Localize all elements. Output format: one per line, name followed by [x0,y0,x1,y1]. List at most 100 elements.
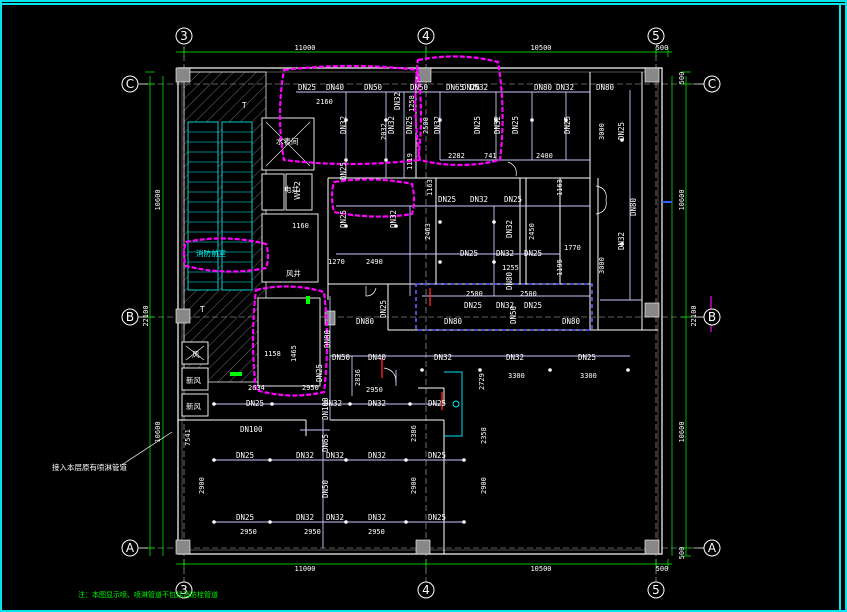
room-label-wl2: WL-2 [293,181,302,200]
dim-text: 2358 [480,427,488,444]
dim-text: 2634 [248,384,265,392]
dim-bottom-10500: 10500 [530,565,551,573]
dim-bottom-11000: 11000 [294,565,315,573]
dim-left-10600-bottom: 10600 [154,421,162,442]
pipe-label-vertical: DN100 [321,397,330,420]
dim-right-500-bottom: 500 [678,547,686,560]
pipe-label: DN25 [428,513,446,522]
pipe-label-vertical: DN25 [339,162,348,180]
pipe-label-vertical: DN25 [563,116,572,134]
pipe-label: DN80 [444,317,463,326]
pipe-label-vertical: DN80 [323,329,332,348]
pipe-label: DN40 [326,83,345,92]
dim-text: 2500 [422,117,430,134]
pipe-label: DN25 [298,83,316,92]
dim-text: 2836 [354,369,362,386]
pipe-label: DN25 [438,195,456,204]
grid-label-c-left: C [126,77,134,91]
dim-text: 2900 [410,477,418,494]
dim-text: 741 [484,152,497,160]
pipe-label: DN50 [332,353,351,362]
grid-label-c-right: C [708,77,716,91]
cad-canvas[interactable]: 3 4 5 3 4 5 C B A C B A 11000 10500 500 … [0,0,847,612]
pipe-label: DN32 [470,83,488,92]
pipe-label-vertical: DN32 [339,116,348,134]
dim-text: 2386 [410,425,418,442]
dim-text: 1195 [556,259,564,276]
pipe-label: DN25 [578,353,596,362]
pipe-label-vertical: DN50 [509,305,518,324]
pipe-label: DN25 [428,399,446,408]
dim-text: 2160 [316,98,333,106]
dim-text: 1163 [556,179,564,196]
pipe-label: DN32 [496,249,514,258]
dim-top-500: 500 [656,44,669,52]
dim-text: 1465 [290,345,298,362]
footer-note: 注：本图显示喷、喷淋管道不包括消防栓管道 [78,590,218,599]
dim-text: 2950 [368,528,385,536]
pipe-label: DN32 [326,513,344,522]
pipe-label: DN32 [434,353,452,362]
dim-right-22100: 22100 [690,305,698,326]
dim-text: 2450 [528,223,536,240]
dim-text: 7541 [184,429,192,446]
pipe-label-vertical: DN25 [339,210,348,228]
dim-right-10600-bottom: 10600 [678,421,686,442]
pipe-label: DN32 [296,513,314,522]
pipe-label-vertical: DN32 [617,232,626,250]
pipe-label-vertical: DN25 [617,122,626,140]
pipe-label: DN25 [246,399,264,408]
room-label-m3: 新风 [186,401,201,411]
pipe-label: DN25 [236,451,254,460]
grid-label-b-right: B [708,310,716,324]
dim-text: 2950 [304,528,321,536]
pipe-label: DN25 [428,451,446,460]
dim-text: 3000 [598,123,606,140]
pipe-label: DN80 [356,317,375,326]
room-label-water-meter: 水表间 [276,136,299,146]
pipe-label: DN25 [460,249,478,258]
dim-text: 2900 [480,477,488,494]
pipe-label-vertical: DN25 [405,116,414,134]
grid-label-3-top: 3 [180,29,188,43]
pipe-label-vertical: DN65 [321,434,330,452]
dim-bottom-500: 500 [656,565,669,573]
dim-text: 2900 [198,477,206,494]
pipe-label: DN32 [506,353,524,362]
pipe-label: DN40 [368,353,387,362]
dim-text: 1119 [406,153,414,170]
room-label-m2: 新风 [186,375,201,385]
dim-left-10600-top: 10600 [154,189,162,210]
pipe-label-vertical: DN25 [473,116,482,134]
dim-text: 2950 [366,386,383,394]
pipe-label: DN32 [368,451,386,460]
dim-left-22100: 22100 [142,305,150,326]
dim-text: 2950 [240,528,257,536]
pipe-label-vertical: DN32 [505,220,514,238]
pipe-label-vertical: DN25 [379,300,388,318]
dim-text: 3000 [598,257,606,274]
dim-text: 2463 [424,223,432,240]
room-label-t2: T [199,305,205,314]
pipe-label: DN25 [504,195,522,204]
room-label-m1: 风 [192,350,200,359]
dim-text: 1770 [564,244,581,252]
grid-label-a-right: A [708,541,717,555]
dim-text: 2400 [536,152,553,160]
pipe-label: DN32 [296,451,314,460]
riser-connector [444,371,463,437]
pipe-label: DN50 [364,83,383,92]
pipe-label: DN100 [240,425,263,434]
dim-right-10600-top: 10600 [678,189,686,210]
dim-text: 2950 [302,384,319,392]
dim-text: 1258 [408,95,416,112]
dim-text: 1270 [328,258,345,266]
pipe-label-vertical: DN32 [433,116,442,134]
connect-note: 接入本层原有喷淋管道 [52,462,127,472]
red-markers [381,288,443,410]
pipe-label-vertical: DN32 [493,116,502,134]
grid-label-4-top: 4 [422,29,430,43]
dim-text: 2490 [366,258,383,266]
dim-text: 2032 [380,123,388,140]
pipe-label: DN80 [534,83,553,92]
